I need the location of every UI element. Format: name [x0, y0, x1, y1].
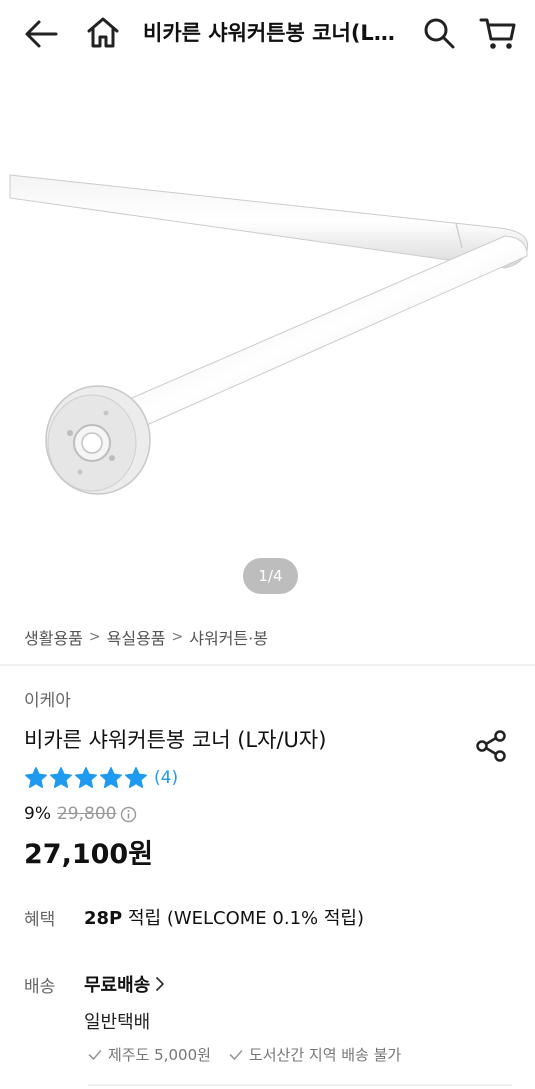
- breadcrumb-item[interactable]: 샤워커튼·봉: [189, 625, 268, 649]
- star-icon: [75, 767, 97, 788]
- chevron-right-icon: [156, 977, 165, 991]
- shipping-note-text: 도서산간 지역 배송 불가: [248, 1046, 402, 1064]
- benefit-text: 28P 적립 (WELCOME 0.1% 적립): [84, 904, 364, 930]
- chevron-right-icon: >: [88, 629, 101, 645]
- info-icon[interactable]: [120, 806, 137, 823]
- breadcrumb-item[interactable]: 욕실용품: [107, 625, 166, 649]
- page-title: 비카른 샤워커튼봉 코너(L자/U자): [143, 21, 403, 45]
- product-image-gallery[interactable]: 1/4: [0, 68, 535, 608]
- divider: [88, 1084, 512, 1086]
- discount-rate: 9%: [24, 804, 51, 824]
- star-icon: [100, 767, 122, 788]
- shipping-notes: 제주도 5,000원 도서산간 지역 배송 불가: [88, 1044, 419, 1065]
- image-pager: 1/4: [243, 558, 298, 594]
- divider: [0, 664, 535, 666]
- free-shipping-link[interactable]: 무료배송: [84, 971, 166, 997]
- product-title: 비카른 샤워커튼봉 코너 (L자/U자): [24, 728, 327, 752]
- home-icon[interactable]: [84, 14, 122, 52]
- check-icon: [88, 1049, 102, 1060]
- chevron-right-icon: >: [171, 629, 184, 645]
- share-icon[interactable]: [474, 728, 510, 764]
- check-icon: [229, 1049, 243, 1060]
- search-icon[interactable]: [420, 14, 458, 52]
- shipping-note: 도서산간 지역 배송 불가: [229, 1044, 401, 1065]
- star-icon: [125, 767, 147, 788]
- brand-name[interactable]: 이케아: [24, 686, 71, 711]
- product-image: [9, 174, 529, 495]
- shipping-type: 일반택배: [84, 1012, 151, 1033]
- free-shipping-text: 무료배송: [84, 975, 151, 996]
- star-icon: [25, 767, 47, 788]
- benefit-points: 28P: [84, 908, 123, 929]
- shipping-note-text: 제주도 5,000원: [108, 1046, 211, 1064]
- back-arrow-icon[interactable]: [22, 16, 62, 52]
- benefit-description: 적립 (WELCOME 0.1% 적립): [122, 908, 364, 929]
- original-price: 29,800: [56, 804, 117, 824]
- cart-icon[interactable]: [478, 14, 518, 52]
- breadcrumb-item[interactable]: 생활용품: [24, 625, 83, 649]
- rating[interactable]: (4): [24, 764, 178, 792]
- benefit-label: 혜택: [24, 910, 56, 930]
- star-rating: [24, 766, 148, 790]
- shipping-label: 배송: [24, 977, 56, 997]
- top-bar: 비카른 샤워커튼봉 코너(L자/U자): [0, 0, 535, 68]
- sale-price: 27,100원: [24, 839, 154, 870]
- review-count[interactable]: (4): [154, 768, 178, 788]
- breadcrumb: 생활용품 > 욕실용품 > 샤워커튼·봉: [24, 624, 268, 650]
- shipping-note: 제주도 5,000원: [88, 1044, 211, 1065]
- star-icon: [50, 767, 72, 788]
- discount-row: 9% 29,800: [24, 802, 137, 826]
